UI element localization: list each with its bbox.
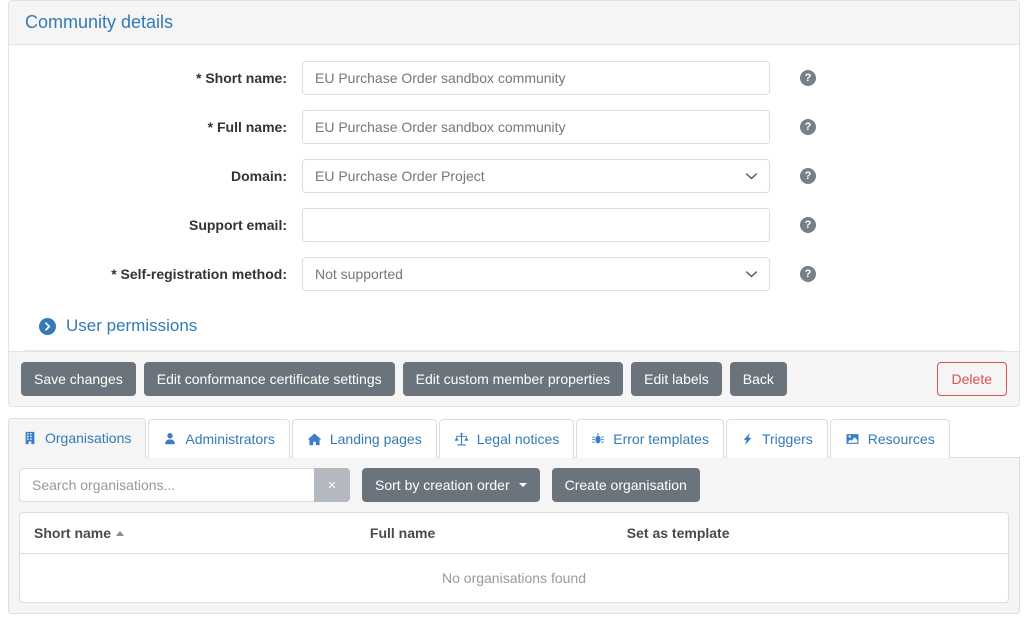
tab-bar: Organisations Administrators Landing pag…: [8, 417, 1020, 458]
column-label-set-as-template: Set as template: [626, 525, 730, 541]
community-details-page: Community details * Short name: ? * Full…: [0, 0, 1028, 640]
create-button-label: Create organisation: [564, 477, 687, 493]
control-self-registration-method: Not supported: [302, 257, 770, 291]
organisations-table-card: Short name Full name Set as template No …: [19, 512, 1009, 603]
community-details-panel: Community details * Short name: ? * Full…: [8, 0, 1020, 407]
column-label-short-name: Short name: [34, 525, 112, 541]
tab-label-error-templates: Error templates: [613, 431, 709, 447]
scales-icon: [454, 432, 469, 447]
self-registration-method-value: Not supported: [315, 266, 403, 282]
search-group: ×: [19, 468, 350, 502]
create-organisation-button[interactable]: Create organisation: [551, 468, 700, 502]
help-circle-icon-short-name[interactable]: ?: [800, 70, 816, 86]
search-organisations-input[interactable]: [19, 468, 314, 502]
user-icon: [163, 432, 177, 446]
column-header-full-name[interactable]: Full name: [355, 513, 613, 554]
table-header-row: Short name Full name Set as template: [20, 513, 1008, 554]
bug-icon: [591, 432, 605, 446]
edit-custom-member-properties-button[interactable]: Edit custom member properties: [402, 362, 624, 396]
home-icon: [307, 432, 322, 447]
label-short-name: * Short name:: [195, 70, 287, 86]
panel-footer-actions: Save changes Edit conformance certificat…: [9, 351, 1019, 406]
organisations-tab-panel: × Sort by creation order Create organisa…: [8, 458, 1020, 614]
tab-label-organisations: Organisations: [45, 430, 132, 446]
control-domain: EU Purchase Order Project: [302, 159, 770, 193]
label-domain: Domain:: [231, 168, 287, 184]
panel-header: Community details: [9, 1, 1019, 45]
help-circle-icon-support-email[interactable]: ?: [800, 217, 816, 233]
help-circle-icon-domain[interactable]: ?: [800, 168, 816, 184]
caret-down-icon: [518, 483, 527, 487]
tab-legal-notices[interactable]: Legal notices: [438, 419, 575, 458]
image-icon: [845, 432, 860, 446]
tab-label-resources: Resources: [867, 431, 935, 447]
full-name-input[interactable]: [302, 110, 770, 144]
save-changes-button[interactable]: Save changes: [21, 362, 136, 396]
organisations-toolbar: × Sort by creation order Create organisa…: [19, 468, 1009, 502]
sort-ascending-icon: [116, 531, 125, 536]
form-row-support-email: Support email: ?: [17, 208, 1011, 242]
edit-conformance-certificate-settings-button[interactable]: Edit conformance certificate settings: [143, 362, 395, 396]
bolt-icon: [741, 432, 754, 446]
community-tabs-section: Organisations Administrators Landing pag…: [8, 417, 1020, 614]
tab-landing-pages[interactable]: Landing pages: [291, 419, 437, 458]
column-label-full-name: Full name: [369, 525, 436, 541]
table-head: Short name Full name Set as template: [20, 513, 1008, 554]
sort-button-label: Sort by creation order: [375, 477, 510, 493]
tab-label-landing-pages: Landing pages: [329, 431, 422, 447]
tab-administrators[interactable]: Administrators: [148, 419, 290, 458]
control-support-email: [302, 208, 770, 242]
tab-triggers[interactable]: Triggers: [725, 419, 828, 458]
help-circle-icon-self-registration-method[interactable]: ?: [800, 266, 816, 282]
form-row-domain: Domain: EU Purchase Order Project ?: [17, 159, 1011, 193]
organisations-table: Short name Full name Set as template No …: [20, 513, 1008, 602]
domain-select[interactable]: EU Purchase Order Project: [302, 159, 770, 193]
user-permissions-label: User permissions: [66, 316, 198, 335]
delete-button[interactable]: Delete: [936, 362, 1007, 396]
control-short-name: [302, 61, 770, 95]
tab-error-templates[interactable]: Error templates: [576, 419, 724, 458]
clear-search-button[interactable]: ×: [314, 468, 350, 502]
page-title: Community details: [25, 12, 174, 32]
chevron-right-circle-icon: [39, 317, 56, 335]
tab-label-legal-notices: Legal notices: [476, 431, 560, 447]
help-circle-icon-full-name[interactable]: ?: [800, 119, 816, 135]
form-row-self-registration-method: * Self-registration method: Not supporte…: [17, 257, 1011, 291]
user-permissions-toggle[interactable]: User permissions: [17, 306, 1011, 350]
back-button[interactable]: Back: [729, 362, 787, 396]
short-name-input[interactable]: [302, 61, 770, 95]
table-empty-row: No organisations found: [20, 554, 1008, 603]
label-full-name: * Full name:: [207, 119, 287, 135]
chevron-down-icon-domain: [745, 173, 758, 180]
building-icon: [23, 431, 37, 445]
tab-label-administrators: Administrators: [185, 431, 275, 447]
empty-message: No organisations found: [442, 570, 586, 586]
chevron-down-icon-self-registration: [745, 271, 758, 278]
form-row-full-name: * Full name: ?: [17, 110, 1011, 144]
column-header-set-as-template[interactable]: Set as template: [612, 513, 1008, 554]
tab-label-triggers: Triggers: [761, 431, 813, 447]
edit-labels-button[interactable]: Edit labels: [631, 362, 722, 396]
support-email-input[interactable]: [302, 208, 770, 242]
community-form: * Short name: ? * Full name: ? Domain:: [9, 45, 1019, 351]
tab-organisations[interactable]: Organisations: [8, 418, 147, 458]
self-registration-method-select[interactable]: Not supported: [302, 257, 770, 291]
form-row-short-name: * Short name: ?: [17, 61, 1011, 95]
control-full-name: [302, 110, 770, 144]
table-body: No organisations found: [20, 554, 1008, 603]
label-self-registration-method: * Self-registration method:: [111, 266, 287, 282]
column-header-short-name[interactable]: Short name: [20, 513, 356, 554]
sort-by-creation-order-button[interactable]: Sort by creation order: [362, 468, 540, 502]
tab-resources[interactable]: Resources: [829, 419, 950, 458]
label-support-email: Support email:: [188, 217, 287, 233]
domain-select-value: EU Purchase Order Project: [315, 168, 485, 184]
